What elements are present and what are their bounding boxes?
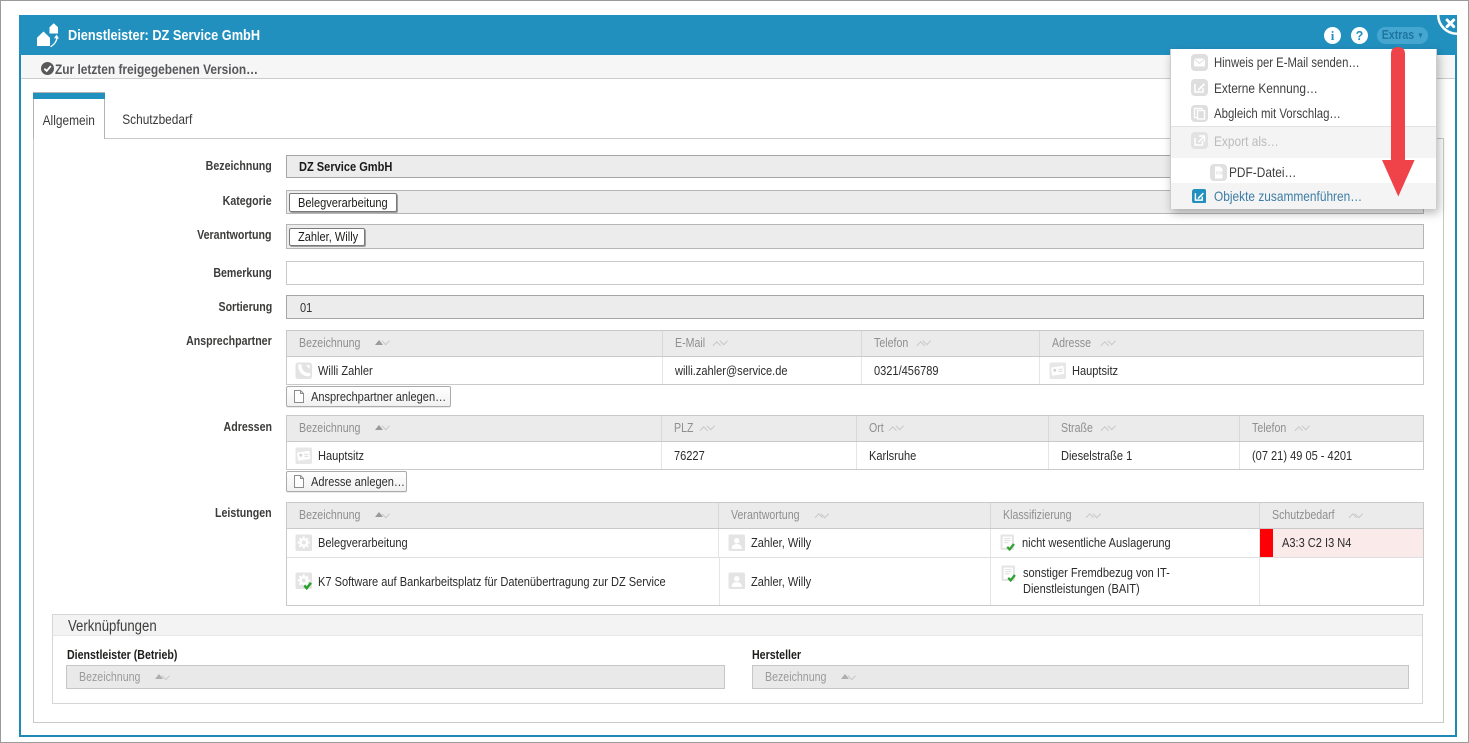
svg-text:i: i	[1331, 28, 1335, 43]
svg-text:PDF: PDF	[1216, 170, 1225, 175]
svg-text:?: ?	[1355, 29, 1363, 43]
